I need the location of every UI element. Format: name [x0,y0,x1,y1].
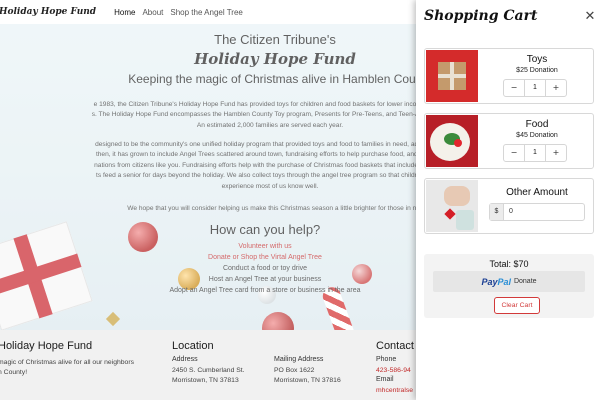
cart-item-food: Food $45 Donation − 1 + [424,113,594,169]
item-price: $25 Donation [516,67,558,74]
cart-item-other-amount: Other Amount $ 0 [424,178,594,234]
berry-icon [454,139,462,147]
close-icon[interactable]: ✕ [583,10,597,24]
decrement-button[interactable]: − [504,80,524,96]
decrement-button[interactable]: − [504,145,524,161]
paypal-button-label: Donate [513,278,537,285]
nav-link-about[interactable]: About [142,8,163,17]
cart-title: Shopping Cart [424,8,538,24]
tagline-line: n County! [0,369,28,376]
tagline-line: magic of Christmas alive for all our nei… [0,359,134,366]
nav-link-home[interactable]: Home [114,8,135,17]
email-label: Email [376,376,394,383]
phone-link[interactable]: 423-586-94 [376,366,411,376]
mailing-line: Morristown, TN 37816 [274,377,341,384]
paypal-logo-pay: Pay [481,276,498,287]
nav-link-shop-angel-tree[interactable]: Shop the Angel Tree [170,8,243,17]
address-line: Morristown, TN 37813 [172,377,239,384]
address-value: 2450 S. Cumberland St. Morristown, TN 37… [172,366,245,386]
footer-tagline: magic of Christmas alive for all our nei… [0,358,134,378]
item-name: Other Amount [506,187,568,198]
other-amount-input[interactable]: 0 [504,204,584,220]
toys-image [426,50,478,102]
food-image [426,115,478,167]
cart-item-toys: Toys $25 Donation − 1 + [424,48,594,104]
footer-location-title: Location [172,340,214,352]
phone-label: Phone [376,356,397,363]
clear-cart-button[interactable]: Clear Cart [494,297,540,314]
footer-contact-title: Contact [376,340,414,352]
increment-button[interactable]: + [546,80,566,96]
paypal-logo: PayPal [481,277,511,287]
other-amount-field: $ 0 [489,203,585,221]
heart-icon [444,208,456,220]
brand-logo[interactable]: Holiday Hope Fund [0,7,96,17]
item-name: Food [525,119,549,130]
jar-icon [456,210,474,230]
mailing-label: Mailing Address [274,356,324,363]
quantity-input[interactable]: 1 [524,80,546,96]
increment-button[interactable]: + [546,145,566,161]
item-name: Toys [526,54,548,65]
currency-prefix: $ [490,204,504,220]
item-price: $45 Donation [516,132,558,139]
footer-title: Holiday Hope Fund [0,340,93,352]
email-link[interactable]: mhcentralse [376,386,413,396]
paypal-donate-button[interactable]: PayPal Donate [433,271,585,292]
paypal-logo-pal: Pal [497,276,511,287]
address-label: Address [172,356,198,363]
shopping-cart-panel: Shopping Cart ✕ Toys $25 Donation − 1 + … [416,0,600,400]
mailing-line: PO Box 1622 [274,367,315,374]
cart-total: Total: $70 [489,259,529,269]
address-line: 2450 S. Cumberland St. [172,367,245,374]
quantity-input[interactable]: 1 [524,145,546,161]
hand-icon [444,186,470,206]
cart-summary: Total: $70 PayPal Donate Clear Cart [424,254,594,318]
quantity-stepper: − 1 + [503,144,567,162]
mailing-value: PO Box 1622 Morristown, TN 37816 [274,366,341,386]
gift-icon [438,62,466,90]
quantity-stepper: − 1 + [503,79,567,97]
donation-image [426,180,478,232]
